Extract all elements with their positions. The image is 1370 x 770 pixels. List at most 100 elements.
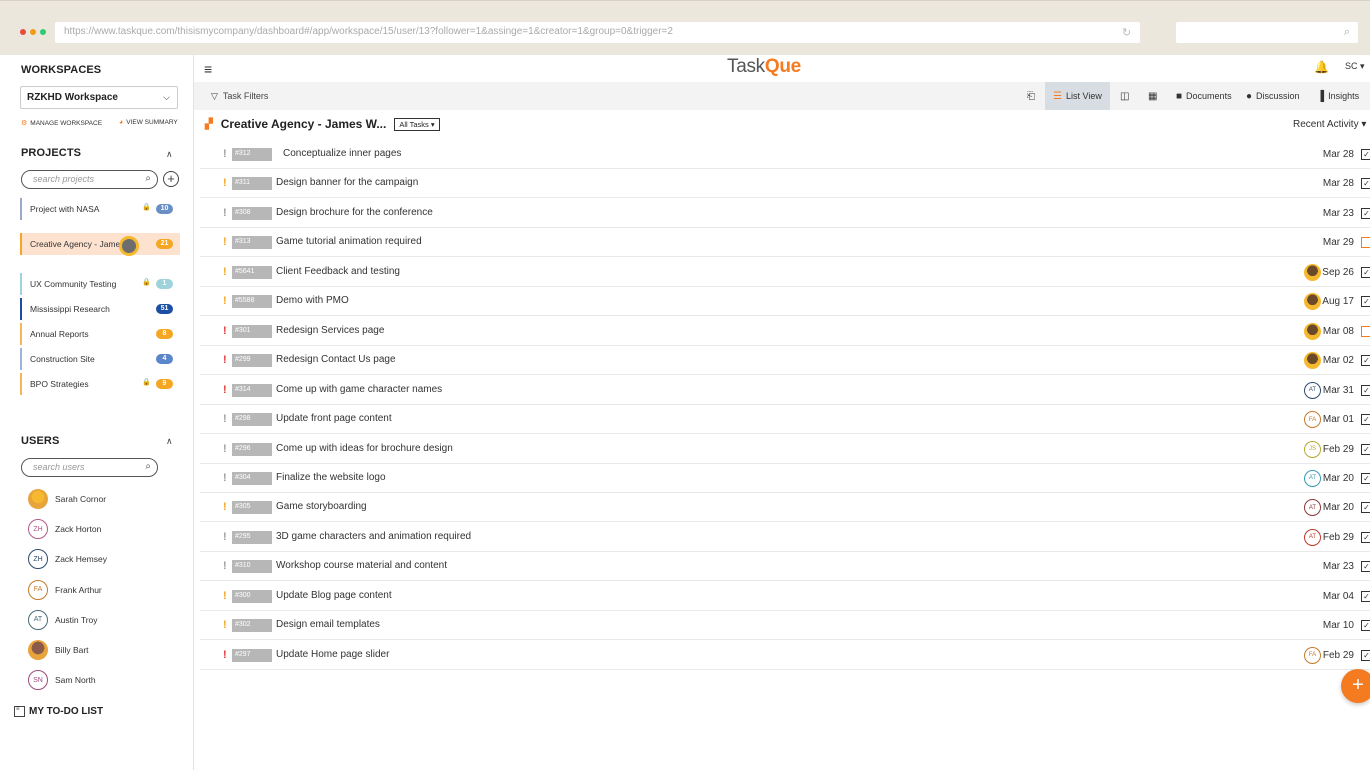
task-checkbox[interactable]: ✓ [1361,561,1370,573]
task-checkbox[interactable] [1361,325,1370,337]
close-dot-icon[interactable] [20,29,26,35]
task-row[interactable]: ! #297 Update Home page slider FA Feb 29 ✓ [200,641,1370,670]
sidebar-user-item[interactable]: AT Austin Troy [28,609,98,630]
sidebar-project-item[interactable]: Project with NASA 🔒 10 [20,198,180,220]
clipboard-button[interactable]: ⎗ [1027,82,1035,110]
task-name[interactable]: Game storyboarding [276,501,367,512]
list-view-button[interactable]: ☰ List View [1045,82,1110,110]
task-name[interactable]: Redesign Contact Us page [276,354,396,365]
browser-search-input[interactable]: ⌕ [1176,22,1358,43]
task-name[interactable]: 3D game characters and animation require… [276,531,471,542]
task-name[interactable]: Come up with game character names [276,384,442,395]
sidebar-project-item[interactable]: Creative Agency - Jame 21 [20,233,180,255]
task-row[interactable]: ! #5588 Demo with PMO Aug 17 ✓ [200,287,1370,317]
task-name[interactable]: Design email templates [276,619,380,630]
task-name[interactable]: Game tutorial animation required [276,236,422,247]
search-projects-input[interactable]: search projects ⌕ [21,170,158,189]
insights-button[interactable]: ▐ Insights [1317,82,1359,110]
task-name[interactable]: Update Home page slider [276,649,389,660]
task-checkbox[interactable]: ✓ [1361,149,1370,160]
recent-activity-dropdown[interactable]: Recent Activity ▾ [1293,119,1366,130]
sidebar-project-item[interactable]: Mississippi Research 51 [20,298,180,320]
task-checkbox[interactable] [1361,237,1370,249]
menu-icon[interactable]: ≡ [204,61,212,77]
task-row[interactable]: ! #301 Redesign Services page Mar 08 [200,317,1370,346]
task-checkbox[interactable]: ✓ [1361,178,1370,190]
task-checkbox[interactable]: ✓ [1361,266,1370,278]
add-task-button[interactable]: + [1341,669,1370,703]
task-row[interactable]: ! #295 3D game characters and animation re… [200,523,1370,552]
sidebar-project-item[interactable]: Annual Reports 8 [20,323,180,345]
maximize-dot-icon[interactable] [40,29,46,35]
sidebar-user-item[interactable]: ZH Zack Horton [28,519,101,540]
discussion-button[interactable]: ● Discussion [1246,82,1300,110]
task-row[interactable]: ! #296 Come up with ideas for brochure des… [200,435,1370,464]
bell-icon[interactable]: 🔔 [1314,60,1329,74]
task-name[interactable]: Update front page content [276,413,392,424]
minimize-dot-icon[interactable] [30,29,36,35]
task-due-date: Mar 28 [1322,149,1354,160]
all-tasks-dropdown[interactable]: All Tasks ▾ [394,117,440,131]
task-row[interactable]: ! #5641 Client Feedback and testing Sep 26 ✓ [200,258,1370,287]
task-row[interactable]: ! #300 Update Blog page content Mar 04 ✓ [200,582,1370,611]
task-name[interactable]: Conceptualize inner pages [283,148,401,159]
view-summary-link[interactable]: ◕ VIEW SUMMARY [119,119,178,126]
task-checkbox[interactable]: ✓ [1361,472,1370,484]
todo-list-link[interactable]: ≡ MY TO-DO LIST [14,706,103,717]
task-name[interactable]: Come up with ideas for brochure design [276,443,453,454]
task-name[interactable]: Workshop course material and content [276,560,447,571]
task-row[interactable]: ! #311 Design banner for the campaign Mar 2… [200,169,1370,199]
url-bar[interactable]: https://www.taskque.com/thisismycompany/… [55,22,1140,43]
task-checkbox[interactable]: ✓ [1361,649,1370,661]
task-row[interactable]: ! #302 Design email templates Mar 10 ✓ [200,611,1370,641]
sidebar-user-item[interactable]: Sarah Cornor [28,489,106,509]
sidebar-project-item[interactable]: Construction Site 4 [20,348,180,370]
board-view-button[interactable]: ◫ [1120,82,1129,110]
task-name[interactable]: Client Feedback and testing [276,266,400,277]
task-row[interactable]: ! #305 Game storyboarding AT Mar 20 ✓ [200,493,1370,523]
manage-workspace-link[interactable]: ⚙ MANAGE WORKSPACE [21,119,102,128]
sidebar-user-item[interactable]: FA Frank Arthur [28,579,102,600]
task-checkbox[interactable]: ✓ [1361,443,1370,455]
task-checkbox[interactable]: ✓ [1361,531,1370,543]
task-row[interactable]: ! #298 Update front page content FA Mar 01 ✓ [200,405,1370,435]
sidebar-user-item[interactable]: SN Sam North [28,670,96,691]
task-checkbox[interactable]: ✓ [1361,384,1370,396]
sidebar-user-item[interactable]: ZH Zack Hemsey [28,549,107,570]
task-filters-label: Task Filters [222,91,269,101]
task-checkbox[interactable]: ✓ [1361,414,1370,426]
task-row[interactable]: ! #312 Conceptualize inner pages Mar 28 ✓ [200,140,1370,169]
task-checkbox[interactable]: ✓ [1361,620,1370,632]
task-row[interactable]: ! #310 Workshop course material and conten… [200,552,1370,582]
search-users-input[interactable]: search users ⌕ [21,458,158,477]
task-row[interactable]: ! #314 Come up with game character names AT… [200,376,1370,405]
task-checkbox[interactable]: ✓ [1361,355,1370,367]
sidebar-project-item[interactable]: BPO Strategies 🔒 9 [20,373,180,395]
collapse-users-icon[interactable]: ∧ [166,436,173,447]
workspace-select[interactable]: RZKHD Workspace ⌵ [20,86,178,109]
task-name[interactable]: Demo with PMO [276,295,349,306]
task-name[interactable]: Design banner for the campaign [276,177,418,188]
documents-button[interactable]: ■ Documents [1176,82,1232,110]
task-name[interactable]: Redesign Services page [276,325,384,336]
task-row[interactable]: ! #308 Design brochure for the conference M… [200,199,1370,228]
reload-icon[interactable]: ↻ [1122,26,1131,39]
calendar-view-button[interactable]: ▦ [1148,82,1157,110]
user-menu[interactable]: SC ▾ [1345,61,1365,72]
task-name[interactable]: Finalize the website logo [276,472,386,483]
avatar: ZH [28,519,48,540]
task-row[interactable]: ! #313 Game tutorial animation required Mar… [200,228,1370,258]
task-row[interactable]: ! #299 Redesign Contact Us page Mar 02 ✓ [200,346,1370,376]
add-project-button[interactable]: + [163,171,179,187]
task-checkbox[interactable]: ✓ [1361,502,1370,514]
task-filters-button[interactable]: ▽ Task Filters [211,91,268,102]
sidebar-project-item[interactable]: UX Community Testing 🔒 1 [20,273,180,295]
sidebar-user-item[interactable]: Billy Bart [28,640,89,660]
task-checkbox[interactable]: ✓ [1361,207,1370,219]
task-name[interactable]: Update Blog page content [276,590,392,601]
task-checkbox[interactable]: ✓ [1361,590,1370,602]
task-checkbox[interactable]: ✓ [1361,296,1370,308]
task-row[interactable]: ! #304 Finalize the website logo AT Mar 20 ✓ [200,464,1370,493]
collapse-projects-icon[interactable]: ∧ [166,149,173,160]
task-name[interactable]: Design brochure for the conference [276,207,433,218]
